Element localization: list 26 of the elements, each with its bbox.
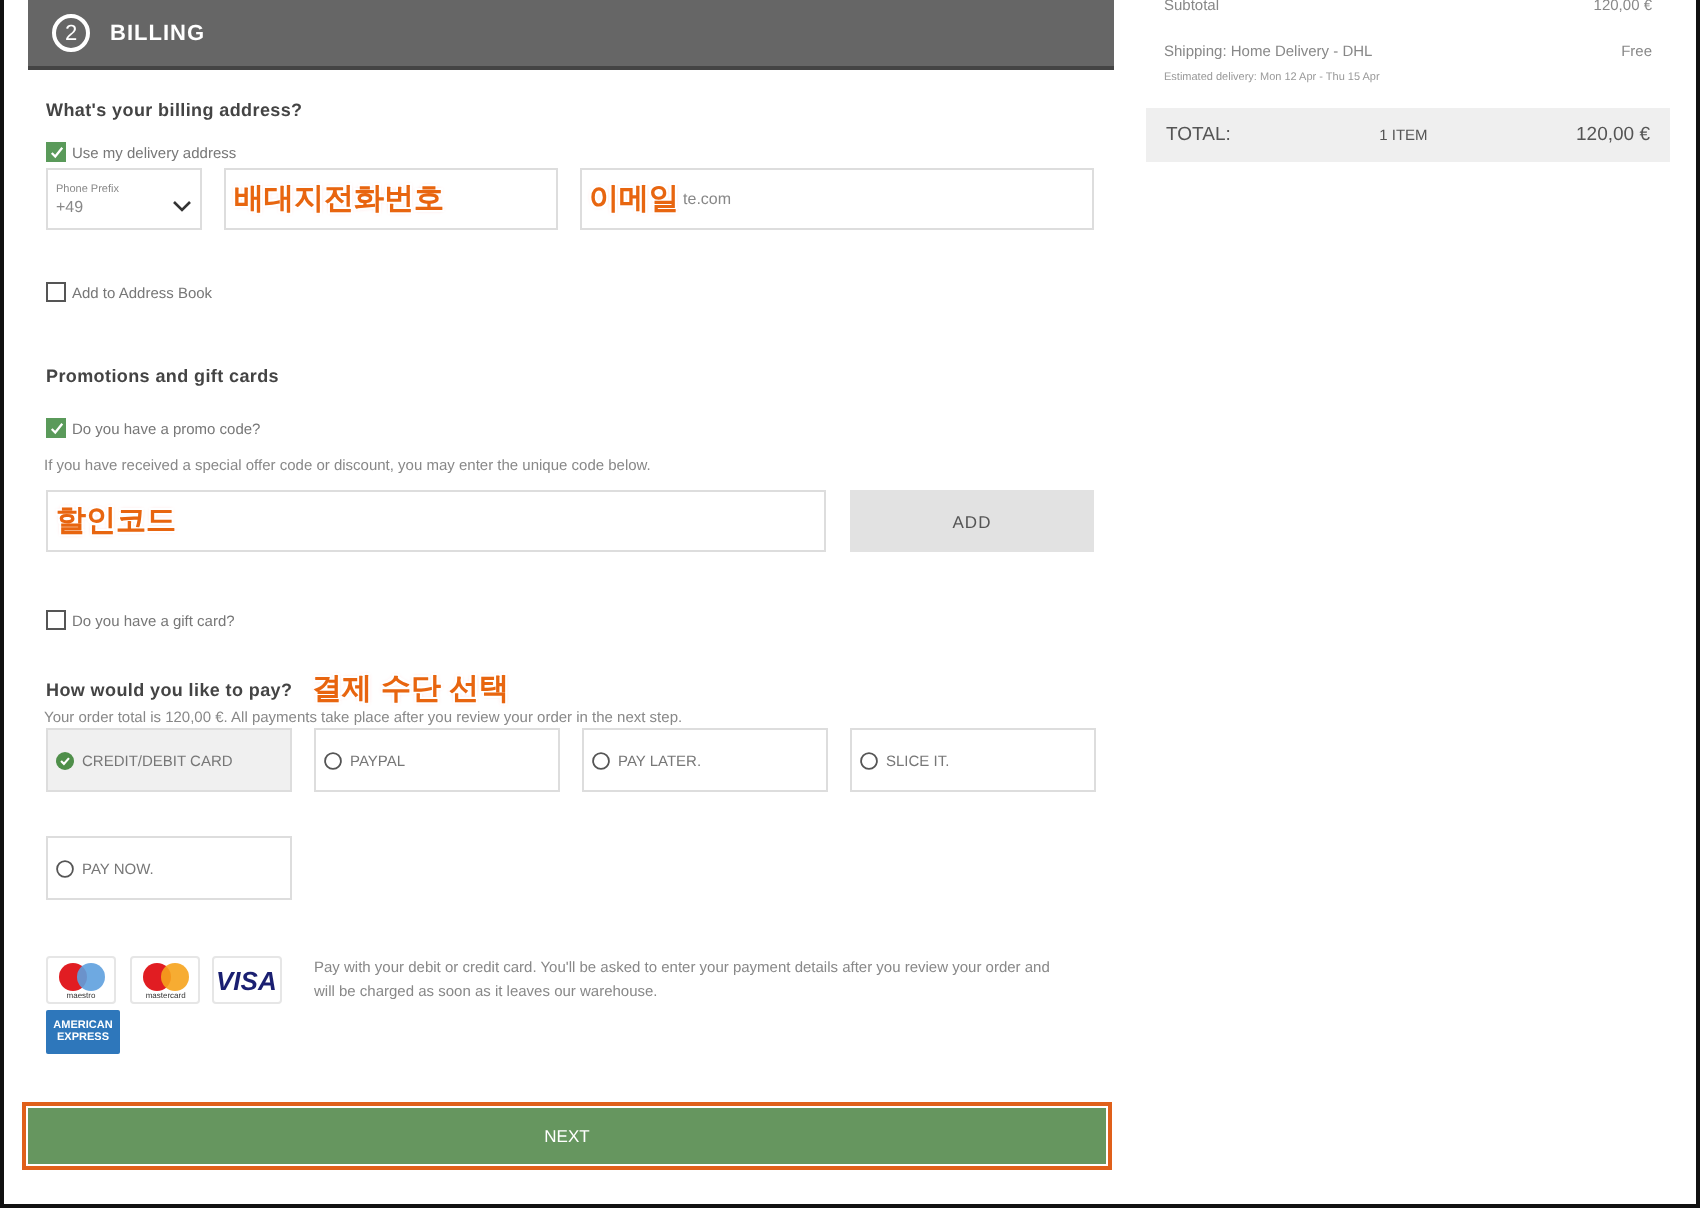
annotation-label: 결제 수단 선택 <box>312 670 510 708</box>
total-label: TOTAL: <box>1166 124 1231 146</box>
checkbox[interactable] <box>46 142 66 162</box>
next-button[interactable]: NEXT <box>22 1102 1112 1170</box>
annotation-label: 할인코드 <box>56 502 176 540</box>
check-circle-icon <box>56 751 74 769</box>
section-heading: What's your billing address? <box>46 100 305 120</box>
checkbox[interactable] <box>46 418 66 438</box>
step-number: 2 <box>52 14 90 52</box>
annotation-label: 배대지전화번호 <box>233 180 444 218</box>
checkbox[interactable] <box>46 282 66 302</box>
total-value: 120,00 € <box>1576 124 1650 146</box>
phone-field[interactable]: 배대지전화번호 <box>223 168 558 230</box>
annotation-label: 이메일 <box>589 180 680 218</box>
step-title: BILLING <box>110 21 205 45</box>
promo-code-field[interactable]: 할인코드 <box>46 490 826 552</box>
radio-icon <box>860 751 878 769</box>
radio-icon <box>56 859 74 877</box>
radio-icon <box>324 751 342 769</box>
checkbox[interactable] <box>46 610 66 630</box>
radio-icon <box>592 751 610 769</box>
visa-logo: VISA <box>211 956 282 1004</box>
section-heading: How would you like to pay? <box>46 679 293 699</box>
section-heading: Promotions and gift cards <box>46 366 282 386</box>
chevron-down-icon <box>171 200 192 212</box>
add-button[interactable]: ADD <box>850 490 1094 552</box>
